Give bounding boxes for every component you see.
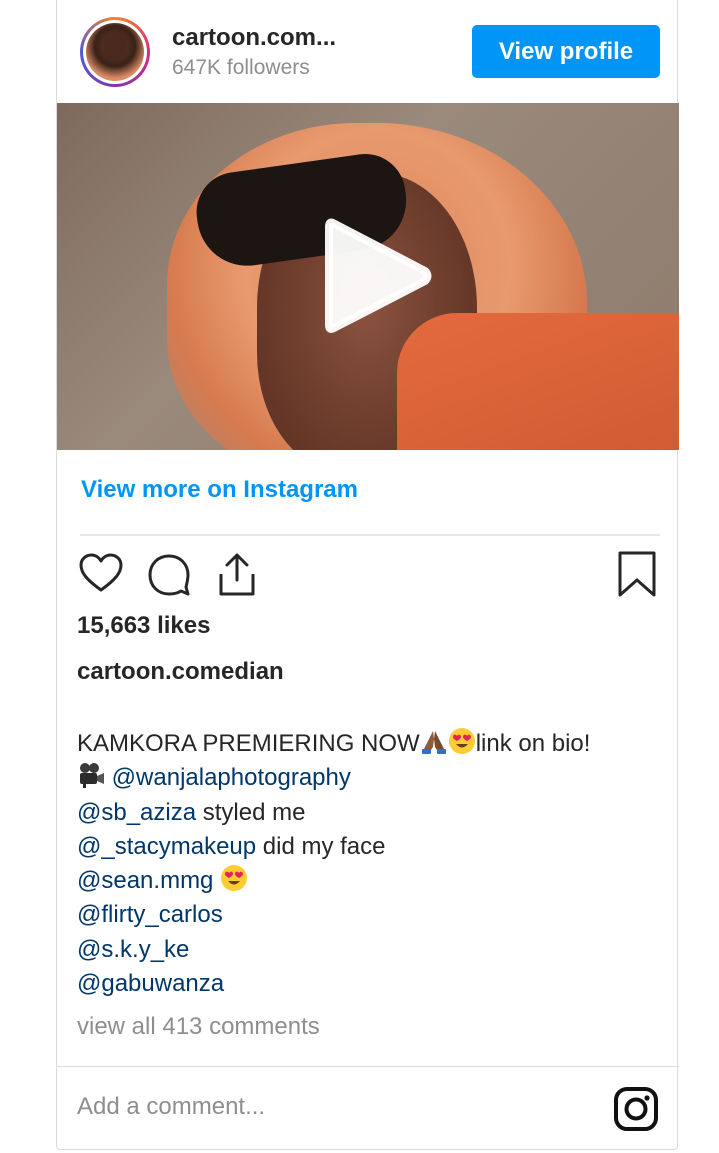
heart-eyes-emoji-icon	[221, 865, 248, 892]
instagram-embed-card: cartoon.com... 647K followers View profi…	[56, 0, 679, 1150]
share-icon[interactable]	[213, 550, 261, 598]
mention-link[interactable]: @s.k.y_ke	[77, 936, 189, 963]
comment-icon[interactable]	[145, 550, 193, 598]
folded-hands-emoji-icon	[421, 731, 446, 754]
post-caption: KAMKORA PREMIERING NOW link on bio! @wan…	[77, 727, 667, 1001]
view-more-link[interactable]: View more on Instagram	[81, 476, 358, 504]
heart-icon[interactable]	[77, 550, 125, 598]
caption-username[interactable]: cartoon.comedian	[77, 658, 284, 686]
caption-line: @flirty_carlos	[77, 898, 667, 932]
heart-eyes-emoji-icon	[448, 728, 475, 754]
follower-count: 647K followers	[172, 56, 310, 79]
caption-line: @wanjalaphotography	[77, 761, 667, 795]
caption-line: @_stacymakeup did my face	[77, 832, 386, 860]
caption-line: @gabuwanza	[77, 967, 667, 1001]
video-thumbnail[interactable]	[57, 103, 679, 450]
mention-link[interactable]: @flirty_carlos	[77, 901, 223, 928]
instagram-logo-icon[interactable]	[613, 1086, 659, 1132]
caption-line: @s.k.y_ke	[77, 933, 667, 967]
like-count[interactable]: 15,663 likes	[77, 612, 210, 640]
mention-link[interactable]: @wanjalaphotography	[112, 764, 351, 791]
mention-link[interactable]: @sean.mmg	[77, 867, 213, 894]
mention-link[interactable]: @gabuwanza	[77, 970, 224, 997]
mention-link[interactable]: @sb_aziza	[77, 799, 196, 826]
avatar-photo	[86, 23, 144, 81]
movie-camera-emoji-icon	[80, 763, 104, 789]
caption-line: @sb_aziza styled me	[77, 798, 306, 826]
caption-line: @sean.mmg	[77, 864, 667, 898]
divider	[80, 534, 660, 536]
caption-line: KAMKORA PREMIERING NOW link on bio!	[77, 727, 667, 761]
avatar[interactable]	[80, 17, 150, 87]
bookmark-icon[interactable]	[613, 550, 661, 598]
divider	[57, 1066, 679, 1067]
add-comment-input[interactable]: Add a comment...	[77, 1093, 265, 1121]
view-profile-button[interactable]: View profile	[472, 25, 660, 78]
post-header: cartoon.com... 647K followers View profi…	[57, 0, 679, 103]
play-icon[interactable]	[315, 211, 435, 341]
view-all-comments-link[interactable]: view all 413 comments	[77, 1013, 320, 1041]
username[interactable]: cartoon.com...	[172, 24, 336, 52]
mention-link[interactable]: @_stacymakeup	[77, 833, 256, 860]
